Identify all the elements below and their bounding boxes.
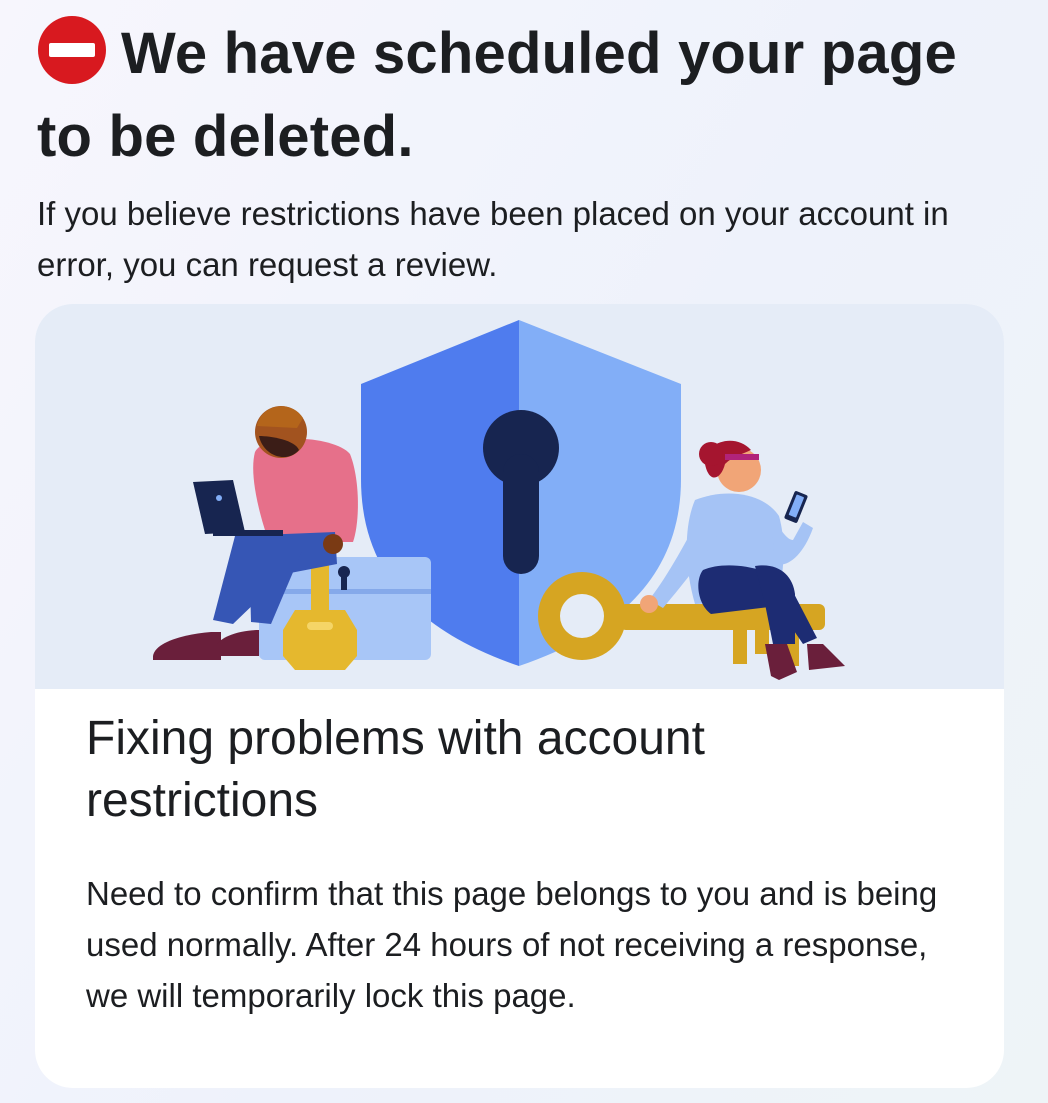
stop-icon [38,16,106,84]
page-title-text: We have scheduled your page to be delete… [37,21,957,169]
info-card: Fixing problems with account restriction… [35,304,1004,1088]
page-title: We have scheduled your page to be delete… [37,12,1017,178]
card-body-text: Need to confirm that this page belongs t… [86,875,938,1014]
page-header: We have scheduled your page to be delete… [37,12,1017,178]
page-subtitle: If you believe restrictions have been pl… [37,195,949,283]
account-security-illustration [35,304,1004,689]
security-scene-graphic [153,320,845,680]
card-title: Fixing problems with account restriction… [86,712,705,827]
